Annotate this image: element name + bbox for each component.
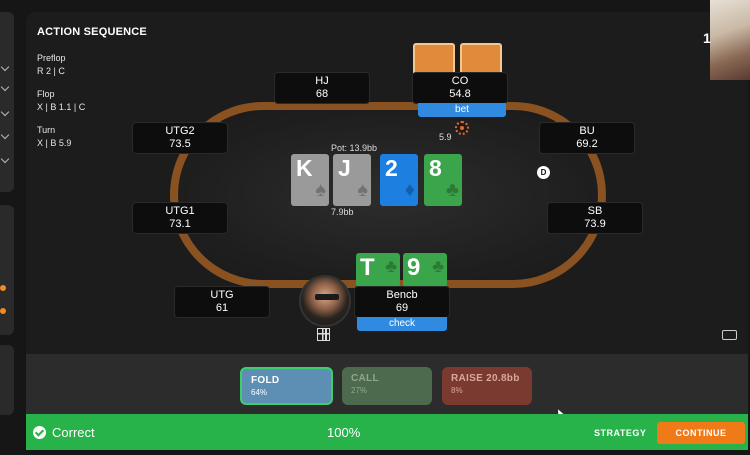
continue-button[interactable]: CONTINUE	[657, 422, 745, 444]
seat-sb[interactable]: SB 73.9	[548, 203, 642, 233]
check-circle-icon	[33, 426, 46, 439]
action-sequence-title: ACTION SEQUENCE	[37, 26, 147, 38]
seat-position: UTG	[210, 289, 234, 301]
seat-co[interactable]: CO 54.8	[413, 73, 507, 103]
spade-icon: ♠	[315, 179, 326, 201]
call-label: CALL	[351, 373, 379, 384]
dealer-button: D	[537, 166, 550, 179]
street-name-flop: Flop	[37, 89, 55, 99]
chevron-down-icon[interactable]	[0, 82, 10, 92]
diamond-icon: ♦	[404, 179, 415, 201]
card-rank: T	[360, 254, 375, 281]
seat-stack: 73.5	[169, 138, 191, 150]
card-rank: 8	[429, 155, 442, 181]
player-avatar	[299, 275, 351, 327]
seat-stack: 69.2	[576, 138, 598, 150]
street-actions-flop: X | B 1.1 | C	[37, 102, 86, 112]
chip-icon	[455, 121, 469, 135]
seat-position: HJ	[315, 75, 329, 87]
seat-utg1[interactable]: UTG1 73.1	[133, 203, 227, 233]
raise-button[interactable]: RAISE 20.8bb 8%	[442, 367, 532, 405]
club-icon: ♣	[445, 179, 459, 201]
chevron-down-icon[interactable]	[0, 130, 10, 140]
pot-in-pot: 7.9bb	[331, 207, 354, 217]
bet-amount: 5.9	[439, 132, 452, 142]
call-button[interactable]: CALL 27%	[342, 367, 432, 405]
seat-position: UTG1	[165, 205, 195, 217]
grid-icon[interactable]	[317, 328, 330, 341]
club-icon: ♣	[432, 256, 444, 276]
card-rank: 9	[407, 254, 421, 281]
indicator-dot-icon	[0, 308, 6, 314]
chevron-down-icon[interactable]	[0, 107, 10, 117]
hero-card: 9 ♣	[403, 253, 447, 287]
board-card: J ♠	[333, 154, 371, 206]
seat-position: CO	[451, 75, 469, 87]
raise-frequency: 8%	[451, 386, 463, 395]
street-actions-preflop: R 2 | C	[37, 66, 65, 76]
seat-position: SB	[587, 205, 603, 217]
webcam-overlay	[710, 0, 750, 80]
seat-position: UTG2	[165, 125, 195, 137]
poker-trainer-app: ACTION SEQUENCE Preflop R 2 | C Flop X |…	[0, 0, 750, 455]
raise-label: RAISE 20.8bb	[451, 373, 520, 384]
card-rank: J	[338, 155, 351, 181]
street-name-turn: Turn	[37, 125, 56, 135]
fold-frequency: 64%	[251, 388, 268, 397]
pot-label: Pot: 13.9bb	[331, 143, 378, 153]
chevron-down-icon[interactable]	[0, 154, 10, 164]
seat-stack: 68	[315, 88, 329, 100]
seat-stack: 69	[395, 302, 409, 314]
left-sidebar-middle[interactable]	[0, 205, 14, 335]
keyboard-icon[interactable]	[722, 330, 737, 340]
card-rank: 2	[385, 155, 398, 181]
seat-utg[interactable]: UTG 61	[175, 287, 269, 317]
street-name-preflop: Preflop	[37, 53, 66, 63]
street-actions-turn: X | B 5.9	[37, 138, 72, 148]
result-score: 100%	[327, 425, 361, 440]
fold-label: FOLD	[251, 375, 280, 386]
seat-hj[interactable]: HJ 68	[275, 73, 369, 103]
seat-bu[interactable]: BU 69.2	[540, 123, 634, 153]
seat-position: BU	[579, 125, 595, 137]
spade-icon: ♠	[357, 179, 368, 201]
card-rank: K	[296, 155, 313, 181]
seat-utg2[interactable]: UTG2 73.5	[133, 123, 227, 153]
call-frequency: 27%	[351, 386, 368, 395]
board-card: K ♠	[291, 154, 329, 206]
webcam-overlay-text: 1	[703, 30, 711, 46]
seat-action-label: bet	[418, 103, 506, 117]
seat-action-label: check	[357, 317, 447, 331]
hero-card: T ♣	[356, 253, 400, 287]
chevron-down-icon[interactable]	[0, 62, 10, 72]
seat-hero[interactable]: Bencb 69	[355, 287, 449, 317]
left-sidebar-top[interactable]	[0, 12, 14, 192]
fold-button[interactable]: FOLD 64%	[240, 367, 333, 405]
strategy-link[interactable]: STRATEGY	[594, 428, 646, 438]
seat-stack: 73.1	[169, 218, 191, 230]
board-card: 2 ♦	[380, 154, 418, 206]
indicator-dot-icon	[0, 285, 6, 291]
seat-stack: 73.9	[584, 218, 606, 230]
board-card: 8 ♣	[424, 154, 462, 206]
seat-stack: 61	[215, 302, 229, 314]
result-status-text: Correct	[52, 425, 95, 440]
left-sidebar-bottom[interactable]	[0, 345, 14, 415]
seat-player-name: Bencb	[386, 289, 418, 301]
club-icon: ♣	[385, 256, 397, 276]
seat-stack: 54.8	[449, 88, 471, 100]
